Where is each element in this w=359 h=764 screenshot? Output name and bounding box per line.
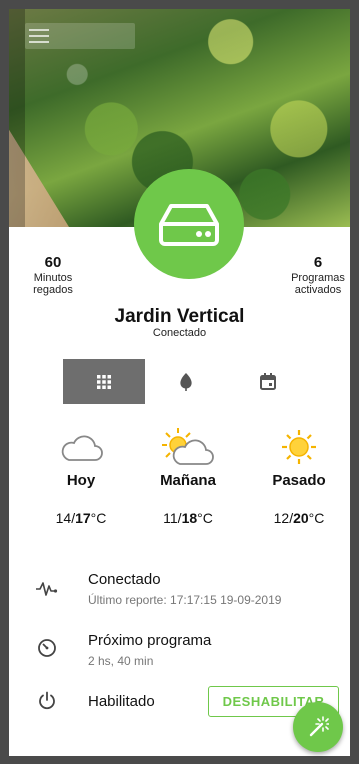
weather-temp: 14/17°C — [55, 510, 107, 526]
weather-tomorrow: Mañana 11/18°C — [138, 427, 238, 526]
enabled-title: Habilitado — [88, 693, 155, 710]
timer-icon — [38, 639, 56, 657]
connection-detail: Último reporte: 17:17:15 19-09-2019 — [88, 593, 282, 607]
weather-day-after: Pasado 12/20°C — [249, 427, 349, 526]
tab-dashboard[interactable] — [63, 359, 145, 404]
weather-day: Hoy — [66, 472, 96, 489]
pulse-icon — [36, 582, 58, 596]
tab-plants[interactable] — [145, 359, 227, 404]
tab-calendar[interactable] — [227, 359, 309, 404]
magic-wand-button[interactable] — [293, 702, 343, 752]
weather-temp: 11/18°C — [163, 510, 213, 526]
next-program-title: Próximo programa — [88, 632, 212, 649]
next-program-detail: 2 hs, 40 min — [88, 654, 154, 668]
connection-title: Conectado — [88, 571, 161, 588]
leaf-icon — [180, 372, 192, 391]
programs-value: 6 — [313, 254, 323, 271]
power-icon — [39, 691, 55, 710]
weather-day: Pasado — [272, 472, 326, 489]
grid-icon — [97, 374, 111, 389]
server-icon — [159, 204, 219, 246]
photo-edge — [9, 9, 25, 227]
minutes-label-1: Minutos — [33, 272, 73, 284]
magic-wand-icon — [309, 716, 329, 737]
minutes-value: 60 — [44, 254, 62, 271]
programs-label-2: activados — [294, 284, 342, 296]
device-avatar — [134, 169, 244, 279]
cloud-icon — [61, 435, 103, 461]
calendar-icon — [260, 373, 276, 390]
device-status: Conectado — [152, 327, 207, 339]
stat-minutes-watered: 60 Minutos regados — [23, 254, 83, 296]
app-screen: 60 Minutos regados 6 Programas activados… — [9, 9, 350, 756]
view-tabs — [63, 359, 309, 404]
programs-label-1: Programas — [291, 272, 345, 284]
partly-sunny-icon — [162, 428, 214, 465]
weather-day: Mañana — [160, 472, 216, 489]
device-name: Jardin Vertical — [114, 306, 245, 327]
menu-icon[interactable] — [29, 29, 49, 43]
minutes-label-2: regados — [33, 284, 73, 296]
sun-icon — [282, 430, 316, 464]
stat-programs-active: 6 Programas activados — [283, 254, 350, 296]
weather-today: Hoy 14/17°C — [31, 427, 131, 526]
weather-temp: 12/20°C — [273, 510, 325, 526]
